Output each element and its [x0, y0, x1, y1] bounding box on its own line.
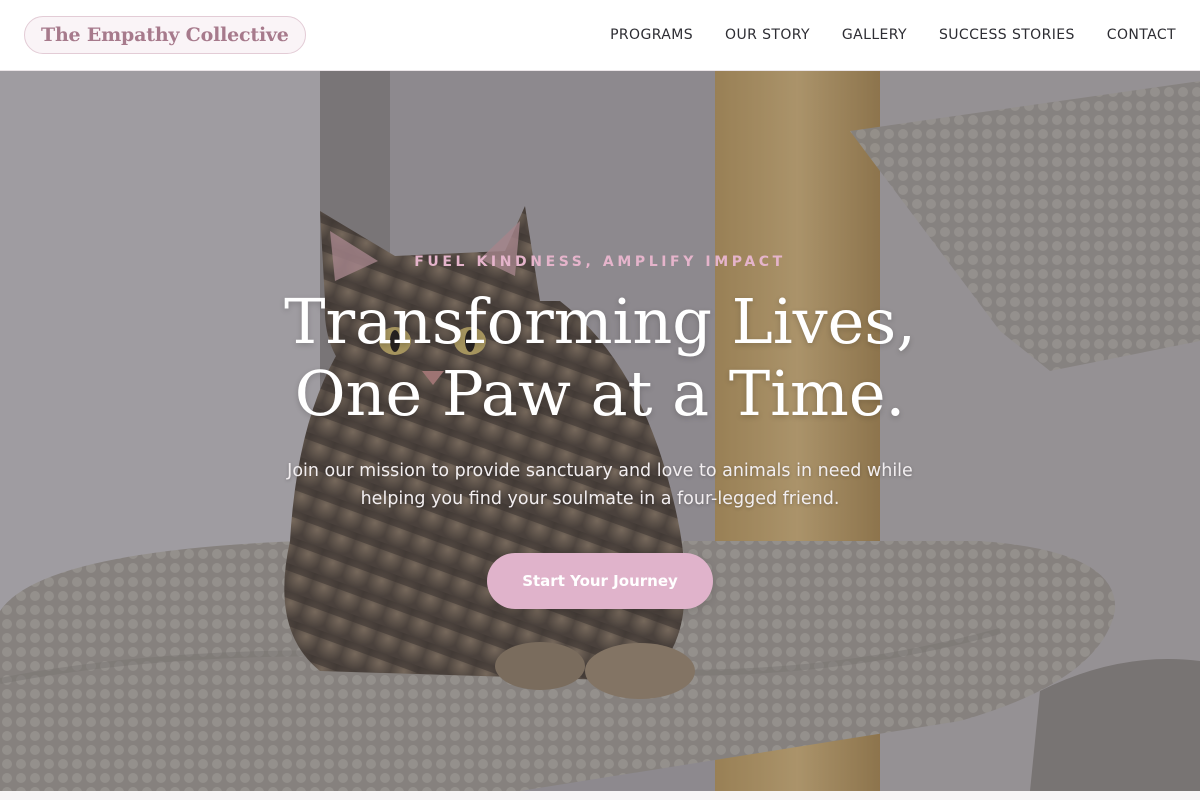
site-header: The Empathy Collective PROGRAMS OUR STOR…: [0, 0, 1200, 71]
hero-section: FUEL KINDNESS, AMPLIFY IMPACT Transformi…: [0, 71, 1200, 791]
hero-content: FUEL KINDNESS, AMPLIFY IMPACT Transformi…: [0, 71, 1200, 791]
hero-headline: Transforming Lives, One Paw at a Time.: [284, 285, 916, 430]
next-section-edge: [0, 791, 1200, 800]
start-journey-button[interactable]: Start Your Journey: [487, 553, 713, 609]
hero-subtitle: Join our mission to provide sanctuary an…: [287, 461, 913, 509]
nav-link-our-story[interactable]: OUR STORY: [725, 27, 810, 43]
brand-logo[interactable]: The Empathy Collective: [24, 16, 306, 54]
nav-link-contact[interactable]: CONTACT: [1107, 27, 1176, 43]
hero-eyebrow: FUEL KINDNESS, AMPLIFY IMPACT: [414, 254, 786, 270]
main-nav: PROGRAMS OUR STORY GALLERY SUCCESS STORI…: [610, 27, 1176, 43]
nav-link-gallery[interactable]: GALLERY: [842, 27, 907, 43]
nav-link-programs[interactable]: PROGRAMS: [610, 27, 693, 43]
nav-link-success-stories[interactable]: SUCCESS STORIES: [939, 27, 1075, 43]
